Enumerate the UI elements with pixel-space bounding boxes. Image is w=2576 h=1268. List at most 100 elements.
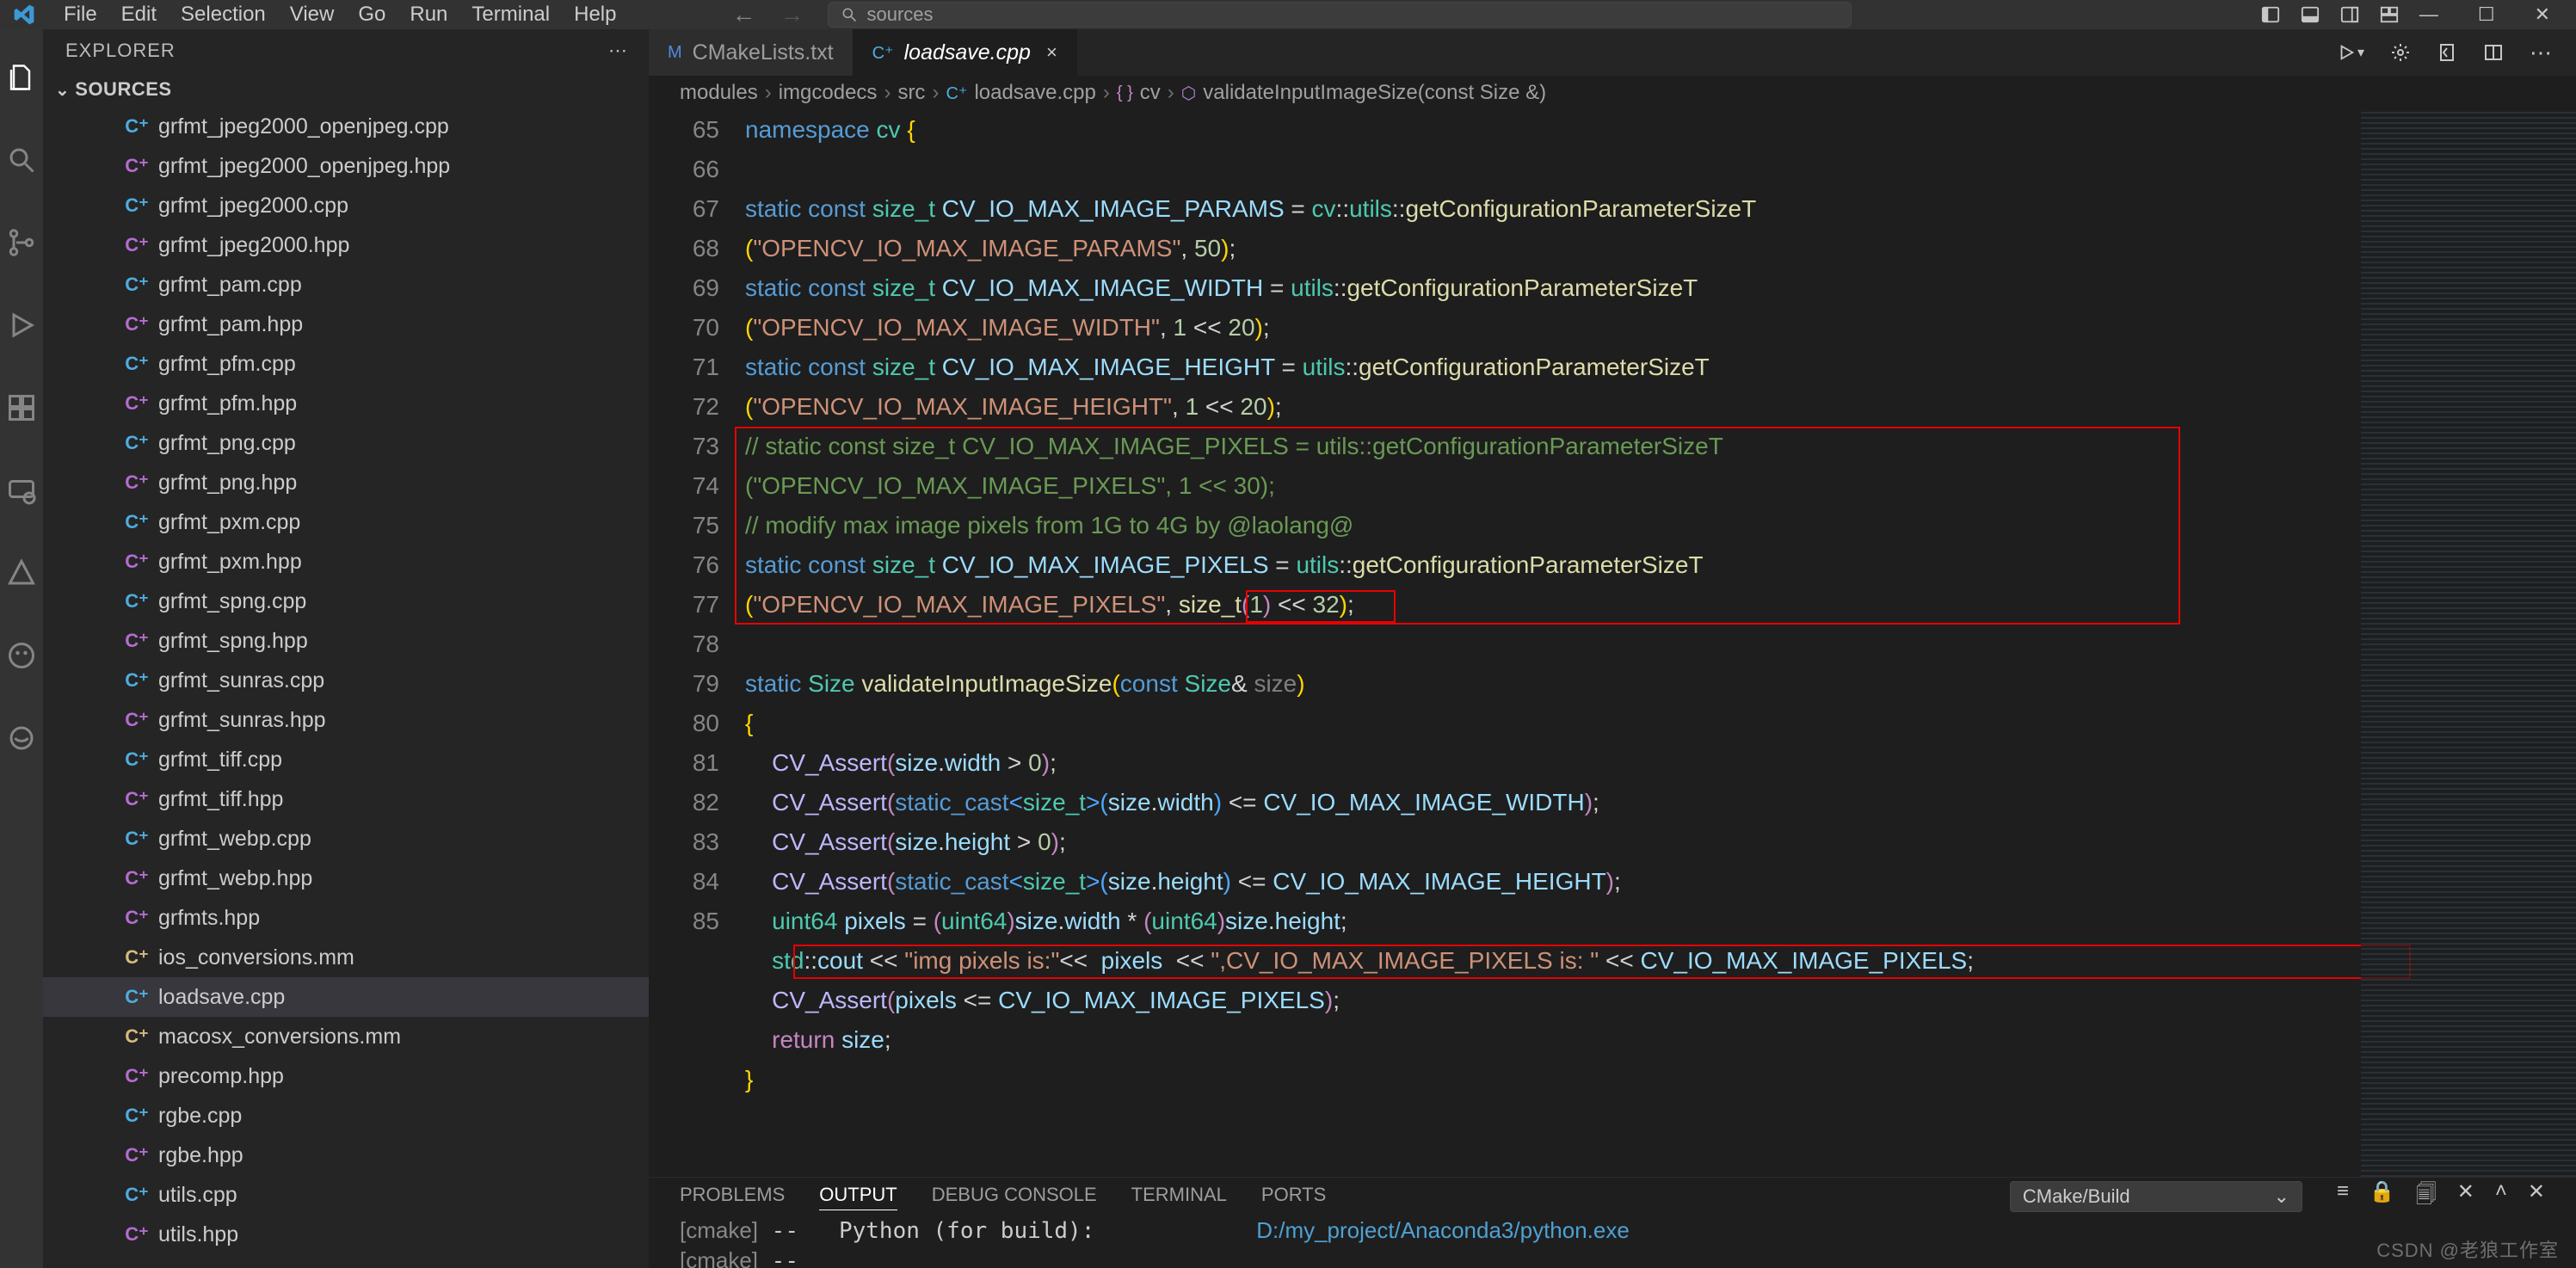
breadcrumb-icon: ⬡ [1181,83,1196,104]
menu-help[interactable]: Help [562,3,628,26]
activity-cmake-icon[interactable] [6,557,37,588]
run-dropdown-icon[interactable]: ▾ [2337,43,2364,62]
file-item[interactable]: C⁺grfmt_webp.cpp [43,819,649,859]
customize-layout-icon[interactable] [2380,5,2399,24]
file-item[interactable]: C⁺grfmts.hpp [43,898,649,938]
file-item[interactable]: C⁺grfmt_sunras.cpp [43,661,649,700]
code-content[interactable]: namespace cv { static const size_t CV_IO… [740,110,2361,1177]
title-bar: FileEditSelectionViewGoRunTerminalHelp ←… [0,0,2576,29]
file-item[interactable]: C⁺grfmt_png.hpp [43,463,649,502]
breadcrumb-item[interactable]: ⬡validateInputImageSize(const Size &) [1181,81,1546,105]
file-item[interactable]: C⁺grfmt_pam.cpp [43,265,649,305]
panel-clear-icon[interactable]: ✕ [2457,1179,2474,1215]
file-item[interactable]: C⁺precomp.hpp [43,1056,649,1096]
explorer-more-icon[interactable]: ⋯ [608,40,628,62]
window-close-icon[interactable]: ✕ [2535,3,2550,26]
panel-tab-terminal[interactable]: TERMINAL [1131,1184,1227,1210]
menu-selection[interactable]: Selection [169,3,278,26]
activity-search-icon[interactable] [6,145,37,175]
toggle-panel-right-icon[interactable] [2340,5,2359,24]
panel-tab-problems[interactable]: PROBLEMS [680,1184,785,1210]
file-item[interactable]: C⁺grfmt_pxm.hpp [43,542,649,582]
menu-go[interactable]: Go [346,3,397,26]
output-content[interactable]: [cmake] -- Python (for build): D:/my_pro… [649,1216,2576,1268]
activity-copilot-icon[interactable] [6,723,37,754]
explorer-section-header[interactable]: ⌄ SOURCES [43,72,649,107]
file-item[interactable]: C⁺loadsave.cpp [43,977,649,1017]
file-name: grfmt_tiff.hpp [158,787,283,812]
file-item[interactable]: C⁺grfmt_tiff.hpp [43,779,649,819]
breadcrumb-item[interactable]: src [897,81,925,105]
panel-filter-icon[interactable]: ≡ [2337,1179,2349,1215]
file-item[interactable]: C⁺grfmt_spng.hpp [43,621,649,661]
editor-more-icon[interactable]: ⋯ [2530,40,2552,66]
hpp-file-icon: C⁺ [126,471,148,494]
file-item[interactable]: C⁺grfmt_jpeg2000.hpp [43,225,649,265]
hpp-file-icon: C⁺ [126,630,148,652]
activity-github-icon[interactable] [6,640,37,671]
bottom-panel: PROBLEMS OUTPUT DEBUG CONSOLE TERMINAL PORTS… [649,1177,2576,1268]
file-item[interactable]: C⁺grfmt_webp.hpp [43,859,649,898]
activity-debug-icon[interactable] [6,310,37,341]
panel-tab-ports[interactable]: PORTS [1261,1184,1326,1210]
file-name: grfmt_png.cpp [158,431,296,456]
breadcrumb-separator-icon: › [1103,81,1110,105]
settings-gear-icon[interactable] [2390,42,2411,63]
file-item[interactable]: C⁺grfmt_jpeg2000.cpp [43,186,649,225]
breadcrumb-label: cv [1140,81,1161,105]
menu-file[interactable]: File [52,3,109,26]
breadcrumb-item[interactable]: modules [680,81,758,105]
breadcrumb-item[interactable]: C⁺loadsave.cpp [946,81,1095,105]
activity-extensions-icon[interactable] [6,392,37,423]
window-minimize-icon[interactable]: — [2419,3,2438,26]
command-center-search[interactable]: sources [828,2,1852,28]
file-item[interactable]: C⁺grfmt_png.cpp [43,423,649,463]
file-item[interactable]: C⁺grfmt_jpeg2000_openjpeg.hpp [43,146,649,186]
output-channel-picker[interactable]: CMake/Build ⌄ [2010,1181,2302,1212]
cpp-file-icon: C⁺ [126,353,148,375]
tab-close-icon[interactable]: × [1046,41,1057,64]
file-item[interactable]: C⁺utils.cpp [43,1175,649,1215]
file-item[interactable]: C⁺utils.hpp [43,1215,649,1254]
panel-lock-icon[interactable]: 🔒 [2370,1179,2395,1215]
compare-icon[interactable] [2437,42,2457,63]
window-maximize-icon[interactable]: ☐ [2478,3,2495,26]
panel-tab-output[interactable]: OUTPUT [819,1184,897,1210]
activity-explorer-icon[interactable] [6,62,37,93]
breadcrumbs[interactable]: modules›imgcodecs›src›C⁺loadsave.cpp›{ }… [649,76,2576,110]
toggle-panel-left-icon[interactable] [2261,5,2280,24]
panel-open-log-icon[interactable]: 🗐 [2416,1179,2437,1215]
file-item[interactable]: C⁺grfmt_tiff.cpp [43,740,649,779]
editor-tab[interactable]: C⁺loadsave.cpp× [854,29,1077,76]
minimap[interactable] [2361,110,2576,1177]
breadcrumb-label: src [897,81,925,105]
file-item[interactable]: C⁺grfmt_pfm.hpp [43,384,649,423]
panel-maximize-icon[interactable]: ˄ [2495,1179,2507,1215]
panel-close-icon[interactable]: ✕ [2528,1179,2545,1215]
file-item[interactable]: C⁺grfmt_sunras.hpp [43,700,649,740]
panel-tab-debug-console[interactable]: DEBUG CONSOLE [932,1184,1097,1210]
split-editor-icon[interactable] [2483,42,2504,63]
file-item[interactable]: C⁺rgbe.hpp [43,1136,649,1175]
file-item[interactable]: C⁺grfmt_jpeg2000_openjpeg.cpp [43,107,649,146]
menu-edit[interactable]: Edit [109,3,169,26]
menu-terminal[interactable]: Terminal [459,3,562,26]
menu-run[interactable]: Run [397,3,459,26]
file-item[interactable]: C⁺grfmt_pam.hpp [43,305,649,344]
activity-remote-icon[interactable] [6,475,37,506]
toggle-panel-bottom-icon[interactable] [2301,5,2320,24]
file-item[interactable]: C⁺grfmt_pxm.cpp [43,502,649,542]
file-item[interactable]: C⁺grfmt_spng.cpp [43,582,649,621]
breadcrumb-item[interactable]: { }cv [1117,81,1161,105]
file-item[interactable]: C⁺grfmt_pfm.cpp [43,344,649,384]
file-name: grfmt_sunras.cpp [158,668,324,693]
editor-tab[interactable]: MCMakeLists.txt [649,29,854,76]
menu-view[interactable]: View [278,3,347,26]
file-item[interactable]: C⁺rgbe.cpp [43,1096,649,1136]
activity-scm-icon[interactable] [6,227,37,258]
nav-back-icon[interactable]: ← [731,1,755,28]
breadcrumb-item[interactable]: imgcodecs [779,81,878,105]
nav-forward-icon[interactable]: → [780,1,804,28]
file-item[interactable]: C⁺macosx_conversions.mm [43,1017,649,1056]
file-item[interactable]: C⁺ios_conversions.mm [43,938,649,977]
